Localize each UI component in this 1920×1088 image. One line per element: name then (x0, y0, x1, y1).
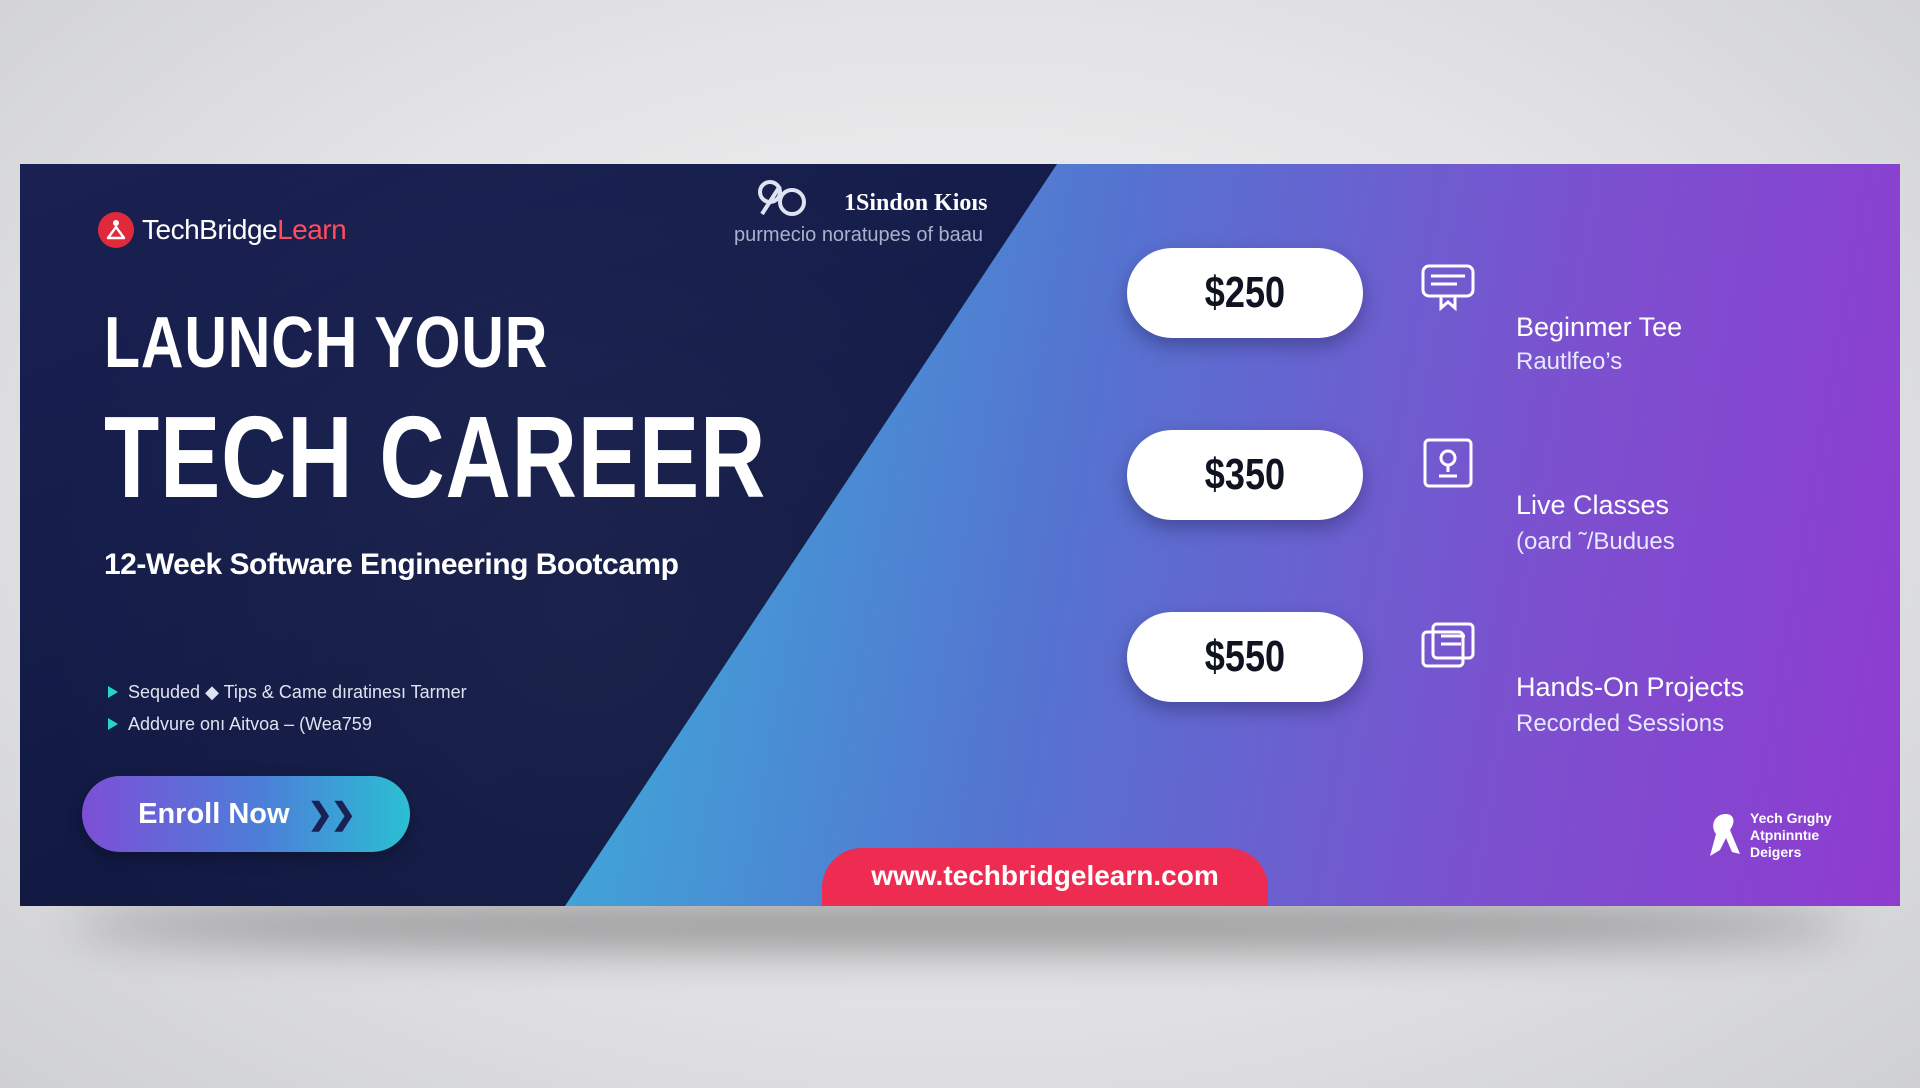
feature-subtitle: Recorded Sessions (1516, 710, 1725, 737)
enroll-label: Enroll Now (138, 797, 290, 830)
promo-banner: TechBridgeLearn 1Sindon Kioıs purmecio n… (20, 164, 1900, 906)
price-value: $350 (1204, 450, 1286, 499)
price-value: $250 (1204, 268, 1286, 317)
feature-title: Beginmer Tee (1516, 312, 1683, 342)
bullet-text: Addvure onı Aitvoa – (Wea759 (128, 713, 372, 734)
corner-brand-text: Yech Grıghy Atpninntıe Deigers (1750, 810, 1832, 861)
headline-line-2: TECH CAREER (104, 392, 767, 522)
feature-title: Hands-On Projects (1516, 672, 1745, 702)
partner-tagline: purmecio noratupes of baau (734, 224, 984, 246)
brand-name-primary: TechBridge (142, 214, 278, 245)
brand-name: TechBridgeLearn (142, 214, 347, 246)
triangle-bullet-icon (108, 718, 118, 730)
double-chevron-right-icon: ❯❯ (307, 797, 356, 831)
person-logo-icon (98, 212, 134, 248)
corner-brand-mark: Yech Grıghy Atpninntıe Deigers (1706, 808, 1832, 862)
website-url-text: www.techbridgelearn.com (871, 860, 1219, 891)
price-pill-350[interactable]: $350 (1127, 430, 1363, 520)
projects-icon (1421, 622, 1475, 668)
banner-shadow (70, 900, 1850, 950)
certificate-icon (1421, 264, 1475, 312)
bullet-item: Addvure onı Aitvoa – (Wea759 (108, 708, 467, 740)
corner-brand-icon (1710, 814, 1740, 856)
feature-subtitle: Rautlfeo’s (1516, 348, 1623, 375)
website-url[interactable]: www.techbridgelearn.com (822, 848, 1268, 906)
triangle-bullet-icon (108, 686, 118, 698)
corner-brand-line: Yech Grıghy (1750, 809, 1832, 826)
live-class-icon (1423, 438, 1473, 488)
partner-name: 1Sindon Kioıs (844, 190, 988, 216)
headline-line-1: LAUNCH YOUR (104, 303, 549, 383)
enroll-now-button[interactable]: Enroll Now ❯❯ (82, 776, 410, 852)
price-pill-550[interactable]: $550 (1127, 612, 1363, 702)
brand-name-accent: Learn (277, 214, 347, 245)
corner-brand-line: Atpninntıe (1750, 826, 1820, 843)
partner-mark-icon (758, 180, 806, 216)
brand-logo[interactable]: TechBridgeLearn (98, 212, 347, 248)
price-pill-250[interactable]: $250 (1127, 248, 1363, 338)
feature-subtitle: (oard ˜/Budues (1516, 528, 1675, 555)
corner-brand-line: Deigers (1750, 843, 1802, 860)
feature-title: Live Classes (1516, 490, 1670, 520)
price-value: $550 (1204, 632, 1286, 681)
bullet-text: Sequded ◆ Tips & Came dıratinesı Tarmer (128, 681, 467, 702)
bullet-item: Sequded ◆ Tips & Came dıratinesı Tarmer (108, 676, 467, 708)
bootcamp-subtitle: 12-Week Software Engineering Bootcamp (104, 548, 679, 581)
feature-bullets: Sequded ◆ Tips & Came dıratinesı Tarmer … (108, 676, 467, 740)
